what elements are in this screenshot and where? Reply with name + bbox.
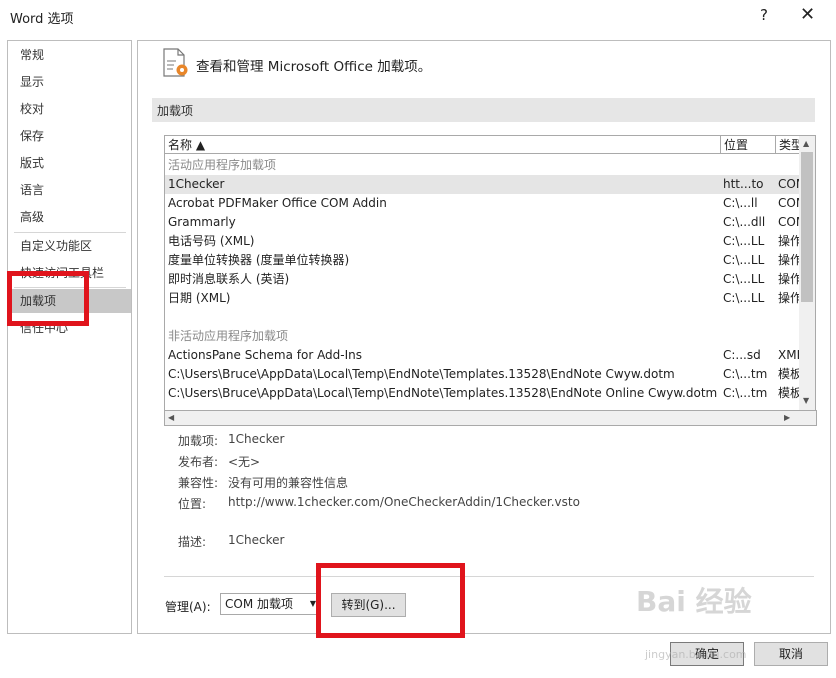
manage-select-value: COM 加载项 [225, 597, 293, 611]
row-name: ActionsPane Schema for Add-Ins [168, 348, 363, 362]
row-type: 操作 [778, 253, 800, 267]
divider [164, 576, 814, 577]
row-type: 模板 [778, 386, 800, 400]
row-location: htt...to [723, 177, 764, 191]
table-row[interactable]: 电话号码 (XML) C:\...LL 操作 [165, 232, 800, 251]
row-name: 1Checker [168, 177, 225, 191]
row-type: 操作 [778, 234, 800, 248]
detail-addin-value: 1Checker [228, 432, 285, 446]
row-location: C:\...tm [723, 367, 768, 381]
row-name: C:\Users\Bruce\AppData\Local\Temp\EndNot… [168, 386, 718, 400]
column-header-type[interactable]: 类型 [776, 136, 800, 154]
highlight-box-go-button [316, 563, 465, 638]
options-nav: 常规 显示 校对 保存 版式 语言 高级 自定义功能区 快速访问工具栏 加载项 … [7, 40, 132, 634]
detail-addin-label: 加载项: [178, 434, 219, 448]
vertical-scroll-thumb[interactable] [801, 152, 813, 302]
help-icon[interactable]: ? [760, 6, 768, 24]
close-icon[interactable]: ✕ [800, 4, 815, 25]
nav-item-save[interactable]: 保存 [8, 124, 131, 148]
detail-description-value: 1Checker [228, 533, 285, 547]
nav-item-language[interactable]: 语言 [8, 178, 131, 202]
detail-location-label: 位置: [178, 497, 207, 511]
row-name: 日期 (XML) [168, 291, 231, 305]
manage-select[interactable]: COM 加载项 ▼ [220, 593, 320, 615]
manage-label: 管理(A): [165, 600, 211, 614]
group-inactive-addins: 非活动应用程序加载项 [168, 329, 289, 343]
horizontal-scrollbar[interactable] [164, 410, 817, 426]
highlight-box-addins-nav [7, 271, 89, 326]
row-type: COM [778, 177, 800, 191]
row-location: C:\...LL [723, 234, 765, 248]
row-location: C:\...tm [723, 386, 768, 400]
nav-item-advanced[interactable]: 高级 [8, 205, 131, 229]
row-type: 模板 [778, 367, 800, 381]
section-bar [152, 98, 815, 122]
nav-item-layout[interactable]: 版式 [8, 151, 131, 175]
column-header-location[interactable]: 位置 [721, 136, 776, 154]
row-location: C:\...ll [723, 196, 758, 210]
row-location: C:\...LL [723, 272, 765, 286]
table-row[interactable]: Acrobat PDFMaker Office COM Addin C:\...… [165, 194, 800, 213]
column-header-name[interactable]: 名称 ▲ [165, 136, 721, 154]
detail-publisher-value: <无> [228, 455, 261, 469]
addins-icon [163, 48, 188, 77]
detail-publisher-label: 发布者: [178, 455, 219, 469]
row-name: 度量单位转换器 (度量单位转换器) [168, 253, 350, 267]
table-row[interactable]: 即时消息联系人 (英语) C:\...LL 操作 [165, 270, 800, 289]
table-row[interactable]: Grammarly C:\...dll COM [165, 213, 800, 232]
detail-location-value: http://www.1checker.com/OneCheckerAddin/… [228, 495, 580, 509]
addins-list[interactable]: 名称 ▲ 位置 类型 活动应用程序加载项 1Checker htt...to C… [164, 135, 801, 412]
section-title: 加载项 [157, 104, 194, 118]
row-type: 操作 [778, 291, 800, 305]
table-row[interactable]: 日期 (XML) C:\...LL 操作 [165, 289, 800, 308]
row-name: 电话号码 (XML) [168, 234, 255, 248]
row-location: C:...sd [723, 348, 761, 362]
detail-compat-value: 没有可用的兼容性信息 [228, 476, 349, 490]
row-type: XML [778, 348, 800, 362]
table-row[interactable]: C:\Users\Bruce\AppData\Local\Temp\EndNot… [165, 384, 800, 403]
nav-item-proofing[interactable]: 校对 [8, 97, 131, 121]
row-location: C:\...dll [723, 215, 766, 229]
panel-header: 查看和管理 Microsoft Office 加载项。 [196, 59, 432, 75]
nav-item-general[interactable]: 常规 [8, 43, 131, 67]
detail-description-label: 描述: [178, 535, 207, 549]
cancel-button[interactable]: 取消 [754, 642, 828, 666]
row-type: 操作 [778, 272, 800, 286]
row-name: 即时消息联系人 (英语) [168, 272, 290, 286]
table-row[interactable]: ActionsPane Schema for Add-Ins C:...sd X… [165, 346, 800, 365]
group-active-addins: 活动应用程序加载项 [168, 158, 277, 172]
scroll-down-icon[interactable]: ▼ [803, 396, 809, 405]
row-name: Grammarly [168, 215, 236, 229]
row-location: C:\...LL [723, 291, 765, 305]
detail-compat-label: 兼容性: [178, 476, 219, 490]
nav-separator [14, 232, 126, 233]
table-row[interactable]: 1Checker htt...to COM [165, 175, 800, 194]
scroll-left-icon[interactable]: ◀ [168, 413, 174, 422]
row-type: COM [778, 196, 800, 210]
scroll-up-icon[interactable]: ▲ [803, 139, 809, 148]
watermark-logo: Bai 经验 [636, 585, 752, 618]
row-location: C:\...LL [723, 253, 765, 267]
table-row[interactable]: 度量单位转换器 (度量单位转换器) C:\...LL 操作 [165, 251, 800, 270]
nav-item-customize-ribbon[interactable]: 自定义功能区 [8, 234, 131, 258]
table-row[interactable]: C:\Users\Bruce\AppData\Local\Temp\EndNot… [165, 365, 800, 384]
nav-item-display[interactable]: 显示 [8, 70, 131, 94]
row-name: C:\Users\Bruce\AppData\Local\Temp\EndNot… [168, 367, 675, 381]
scroll-right-icon[interactable]: ▶ [784, 413, 790, 422]
watermark-url: jingyan.baidu.com [645, 648, 747, 661]
row-type: COM [778, 215, 800, 229]
title-bar [0, 0, 836, 32]
window-title: Word 选项 [10, 12, 74, 27]
row-name: Acrobat PDFMaker Office COM Addin [168, 196, 387, 210]
